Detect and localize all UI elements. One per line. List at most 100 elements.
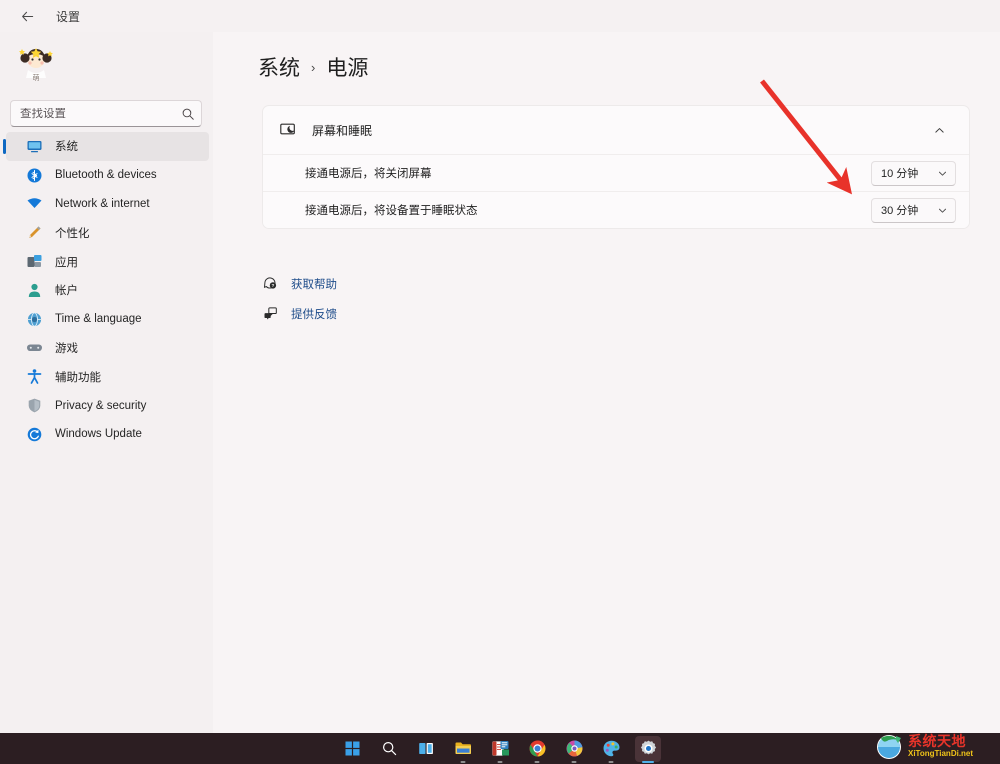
setting-row-screen-off: 接通电源后，将关闭屏幕 10 分钟 (263, 154, 969, 191)
get-help-link[interactable]: ? 获取帮助 (262, 272, 337, 295)
taskbar (0, 733, 1000, 764)
sidebar-item-personalization[interactable]: 个性化 (6, 218, 209, 247)
taskbar-office-app-button[interactable] (487, 736, 513, 762)
taskbar-browser-button[interactable] (561, 736, 587, 762)
system-icon (26, 138, 43, 155)
screen-and-sleep-card: 屏幕和睡眠 接通电源后，将关闭屏幕 10 分钟 接通电源后，将设备置于睡眠状态 … (262, 105, 970, 229)
collapse-toggle-button[interactable] (927, 118, 951, 142)
sidebar-item-label: 游戏 (55, 342, 78, 355)
gaming-icon (26, 339, 43, 356)
settings-icon (640, 740, 656, 755)
breadcrumb-parent[interactable]: 系统 (258, 52, 300, 82)
setting-label: 接通电源后，将设备置于睡眠状态 (305, 205, 478, 217)
sleep-timeout-dropdown[interactable]: 30 分钟 (871, 197, 956, 223)
sidebar-item-gaming[interactable]: 游戏 (6, 334, 209, 363)
privacy-security-icon (26, 397, 43, 414)
sidebar-item-label: Bluetooth & devices (55, 169, 157, 182)
sidebar-item-privacy-security[interactable]: Privacy & security (6, 391, 209, 420)
chevron-down-icon (938, 171, 947, 176)
sidebar-item-network-internet[interactable]: Network & internet (6, 190, 209, 219)
help-links: ? 获取帮助 提供反馈 (262, 272, 337, 332)
sidebar-item-system[interactable]: 系统 (3, 132, 209, 161)
svg-text:?: ? (271, 283, 274, 288)
chevron-up-icon (934, 127, 944, 133)
chrome-icon (529, 740, 545, 757)
sidebar-item-label: 系统 (55, 141, 78, 154)
accounts-icon (26, 282, 43, 299)
watermark-text: 系统天地 XiTongTianDi.net (908, 734, 973, 758)
screen-off-timeout-dropdown[interactable]: 10 分钟 (871, 160, 956, 186)
settings-window: 设置 萌 查找设置 系统 Bluetooth & devices Network… (0, 0, 1000, 764)
sidebar-item-apps[interactable]: 应用 (6, 247, 209, 276)
office-app-icon (491, 741, 509, 756)
chevron-down-icon (938, 208, 947, 213)
sidebar-item-time-language[interactable]: Time & language (6, 305, 209, 334)
bluetooth-icon (26, 167, 43, 184)
sidebar-item-windows-update[interactable]: Windows Update (6, 420, 209, 449)
sidebar-item-label: 个性化 (55, 227, 90, 240)
network-icon (26, 195, 43, 212)
link-label: 获取帮助 (291, 278, 337, 291)
search-icon (182, 108, 194, 120)
breadcrumb-separator: › (311, 59, 316, 75)
screen-sleep-icon (278, 120, 298, 140)
breadcrumb: 系统 › 电源 (258, 52, 368, 82)
back-arrow-icon (21, 11, 33, 21)
back-button[interactable] (14, 4, 40, 28)
taskbar-start-button[interactable] (339, 736, 365, 762)
user-avatar-image: 萌 (14, 40, 58, 84)
taskbar-file-explorer-button[interactable] (450, 736, 476, 762)
title-bar: 设置 (0, 0, 1000, 32)
sidebar-item-accessibility[interactable]: 辅助功能 (6, 362, 209, 391)
watermark-title: 系统天地 (908, 733, 966, 749)
setting-row-sleep: 接通电源后，将设备置于睡眠状态 30 分钟 (263, 191, 969, 228)
setting-label: 接通电源后，将关闭屏幕 (305, 168, 432, 180)
search-container (10, 100, 202, 127)
link-label: 提供反馈 (291, 308, 337, 321)
sidebar-item-label: Privacy & security (55, 399, 147, 412)
file-explorer-icon (455, 742, 471, 754)
sidebar-item-bluetooth-devices[interactable]: Bluetooth & devices (6, 161, 209, 190)
apps-icon (26, 253, 43, 270)
taskbar-paint-button[interactable] (598, 736, 624, 762)
sidebar-item-label: Network & internet (55, 197, 150, 210)
watermark: 系统天地 XiTongTianDi.net (874, 729, 996, 763)
dropdown-value: 10 分钟 (881, 168, 919, 180)
dropdown-value: 30 分钟 (881, 205, 919, 217)
card-header[interactable]: 屏幕和睡眠 (263, 106, 969, 154)
windows-update-icon (26, 426, 43, 443)
taskbar-settings-button[interactable] (635, 735, 661, 762)
help-icon: ? (262, 276, 278, 292)
window-title: 设置 (56, 9, 81, 24)
search-box[interactable] (10, 100, 202, 127)
task-view-icon (418, 743, 433, 754)
page-title: 电源 (326, 57, 369, 80)
sidebar-item-accounts[interactable]: 帐户 (6, 276, 209, 305)
taskbar-chrome-button[interactable] (524, 736, 550, 762)
accessibility-icon (26, 368, 43, 385)
sidebar-item-label: Windows Update (55, 428, 142, 441)
feedback-icon (262, 306, 278, 322)
globe-logo-icon (877, 735, 901, 759)
give-feedback-link[interactable]: 提供反馈 (262, 302, 337, 325)
sidebar-item-label: 辅助功能 (55, 371, 101, 384)
search-input[interactable] (20, 107, 181, 120)
sidebar-nav: 系统 Bluetooth & devices Network & interne… (0, 132, 213, 449)
taskbar-task-view-button[interactable] (413, 736, 439, 762)
main-content: 系统 › 电源 屏幕和睡眠 接通电源后，将关闭屏幕 10 分钟 接通电源后，将设… (213, 32, 1000, 733)
watermark-url: XiTongTianDi.net (908, 749, 974, 758)
card-header-title: 屏幕和睡眠 (312, 123, 373, 138)
sidebar-item-label: Time & language (55, 313, 142, 326)
sidebar-item-label: 应用 (55, 256, 78, 269)
sidebar: 萌 系统 (0, 32, 213, 733)
time-language-icon (26, 311, 43, 328)
search-icon (382, 741, 396, 756)
start-icon (345, 741, 359, 756)
paint-icon (603, 740, 619, 757)
sidebar-item-label: 帐户 (55, 285, 78, 298)
browser-icon (566, 740, 582, 757)
svg-text:萌: 萌 (33, 73, 40, 82)
personalization-icon (26, 224, 43, 241)
taskbar-search-button[interactable] (376, 736, 402, 762)
avatar[interactable]: 萌 (14, 40, 58, 84)
